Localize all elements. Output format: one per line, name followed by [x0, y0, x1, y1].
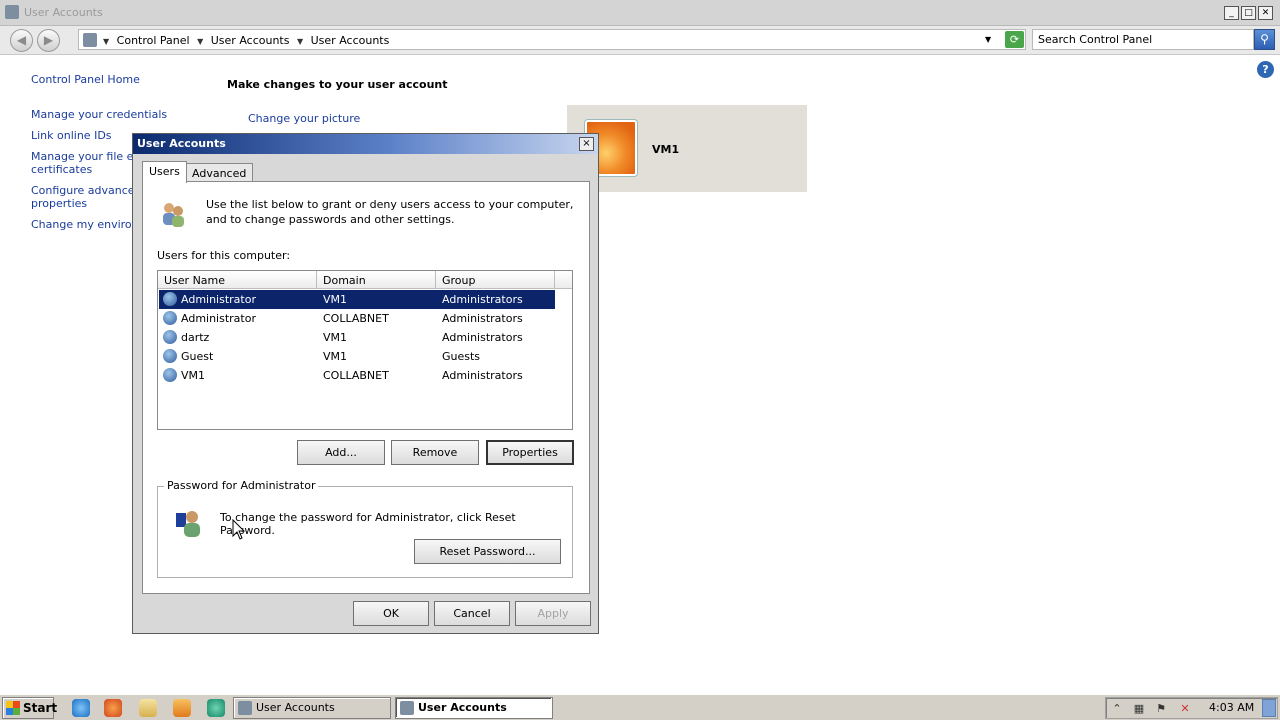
- column-domain[interactable]: Domain: [317, 271, 436, 289]
- table-row[interactable]: Guest VM1 Guests: [159, 347, 555, 366]
- user-name: VM1: [652, 143, 680, 156]
- windows-logo-icon: [6, 701, 20, 715]
- firefox-icon[interactable]: [104, 699, 122, 717]
- control-panel-icon: [83, 33, 97, 47]
- password-group: Password for Administrator To change the…: [157, 479, 573, 578]
- table-row[interactable]: Administrator VM1 Administrators: [159, 290, 555, 309]
- dialog-title-bar: User Accounts ×: [133, 134, 598, 154]
- show-desktop-button[interactable]: [1262, 699, 1276, 717]
- chevron-down-icon[interactable]: ▼: [103, 37, 109, 46]
- user-icon: [163, 330, 177, 344]
- column-group[interactable]: Group: [436, 271, 555, 289]
- window-title: User Accounts: [24, 6, 103, 19]
- password-instructions: To change the password for Administrator…: [220, 511, 516, 537]
- properties-button[interactable]: Properties: [486, 440, 574, 465]
- reset-password-button[interactable]: Reset Password...: [414, 539, 561, 564]
- user-accounts-icon: [5, 5, 19, 19]
- manage-file-encryption-link-line2[interactable]: certificates: [31, 163, 92, 176]
- crumb-user-accounts[interactable]: User Accounts: [211, 34, 290, 47]
- clock[interactable]: 4:03 AM: [1209, 701, 1254, 714]
- help-icon[interactable]: ?: [1257, 61, 1274, 78]
- user-accounts-icon: [238, 701, 252, 715]
- chevron-down-icon[interactable]: ▼: [197, 37, 203, 46]
- user-accounts-dialog: User Accounts × Users Advanced Use the l…: [132, 133, 599, 634]
- control-panel-home-link[interactable]: Control Panel Home: [31, 73, 140, 86]
- intro-text-line1: Use the list below to grant or deny user…: [206, 198, 574, 211]
- link-online-ids-link[interactable]: Link online IDs: [31, 129, 112, 142]
- password-group-label: Password for Administrator: [164, 479, 319, 492]
- taskbar: Start User Accounts User Accounts ⌃ ▦ ⚑ …: [0, 694, 1280, 720]
- crumb-control-panel[interactable]: Control Panel: [117, 34, 190, 47]
- minimize-button[interactable]: _: [1224, 6, 1239, 20]
- folder-icon[interactable]: [139, 699, 157, 717]
- table-row[interactable]: VM1 COLLABNET Administrators: [159, 366, 555, 385]
- table-row[interactable]: dartz VM1 Administrators: [159, 328, 555, 347]
- address-dropdown-icon[interactable]: ▼: [985, 35, 991, 44]
- start-button[interactable]: Start: [2, 697, 58, 719]
- search-input[interactable]: Search Control Panel: [1032, 29, 1254, 50]
- dialog-close-button[interactable]: ×: [579, 137, 594, 151]
- forward-button[interactable]: ▶: [37, 29, 60, 52]
- volume-muted-icon[interactable]: ✕: [1178, 702, 1192, 716]
- list-header: User Name Domain Group: [158, 271, 572, 289]
- domain-user-icon: [163, 368, 177, 382]
- column-user-name[interactable]: User Name: [158, 271, 317, 289]
- maximize-button[interactable]: □: [1241, 6, 1256, 20]
- media-player-icon[interactable]: [173, 699, 191, 717]
- window-title-bar: User Accounts _ □ ✕: [0, 0, 1280, 26]
- tab-users[interactable]: Users: [142, 161, 187, 183]
- configure-profile-link-line2[interactable]: properties: [31, 197, 87, 210]
- user-icon: [163, 292, 177, 306]
- close-window-button[interactable]: ✕: [1258, 6, 1273, 20]
- remove-user-button[interactable]: Remove: [391, 440, 479, 465]
- dialog-title: User Accounts: [137, 137, 226, 150]
- users-list[interactable]: User Name Domain Group Administrator VM1…: [157, 270, 573, 430]
- crumb-user-accounts-current[interactable]: User Accounts: [311, 34, 390, 47]
- table-row[interactable]: Administrator COLLABNET Administrators: [159, 309, 555, 328]
- refresh-icon[interactable]: ⟳: [1005, 31, 1024, 48]
- configure-profile-link[interactable]: Configure advanced: [31, 184, 142, 197]
- address-bar: ◀ ▶ ▼ Control Panel ▼ User Accounts ▼ Us…: [0, 26, 1280, 55]
- apply-button[interactable]: Apply: [515, 601, 591, 626]
- chevron-down-icon[interactable]: ▼: [297, 37, 303, 46]
- breadcrumb[interactable]: ▼ Control Panel ▼ User Accounts ▼ User A…: [78, 29, 1026, 50]
- network-icon[interactable]: ▦: [1132, 702, 1146, 716]
- change-picture-link[interactable]: Change your picture: [248, 112, 360, 125]
- page-heading: Make changes to your user account: [227, 78, 448, 91]
- users-icon: [163, 203, 184, 227]
- taskbar-item-user-accounts[interactable]: User Accounts: [233, 697, 391, 719]
- ok-button[interactable]: OK: [353, 601, 429, 626]
- start-label: Start: [23, 701, 58, 715]
- mouse-cursor-icon: [232, 519, 246, 540]
- manage-file-encryption-link[interactable]: Manage your file enc: [31, 150, 146, 163]
- add-user-button[interactable]: Add...: [297, 440, 385, 465]
- user-accounts-icon: [400, 701, 414, 715]
- internet-explorer-icon[interactable]: [72, 699, 90, 717]
- user-icon: [163, 349, 177, 363]
- user-password-icon: [176, 511, 200, 537]
- action-center-flag-icon[interactable]: ⚑: [1154, 702, 1168, 716]
- app-icon[interactable]: [207, 699, 225, 717]
- tab-advanced[interactable]: Advanced: [185, 163, 254, 183]
- manage-credentials-link[interactable]: Manage your credentials: [31, 108, 167, 121]
- back-button[interactable]: ◀: [10, 29, 33, 52]
- taskbar-item-user-accounts-active[interactable]: User Accounts: [395, 697, 553, 719]
- domain-user-icon: [163, 311, 177, 325]
- users-list-label: Users for this computer:: [157, 249, 291, 262]
- intro-text-line2: and to change passwords and other settin…: [206, 213, 455, 226]
- cancel-button[interactable]: Cancel: [434, 601, 510, 626]
- show-hidden-icons-icon[interactable]: ⌃: [1110, 702, 1124, 716]
- search-icon[interactable]: ⚲: [1254, 29, 1275, 50]
